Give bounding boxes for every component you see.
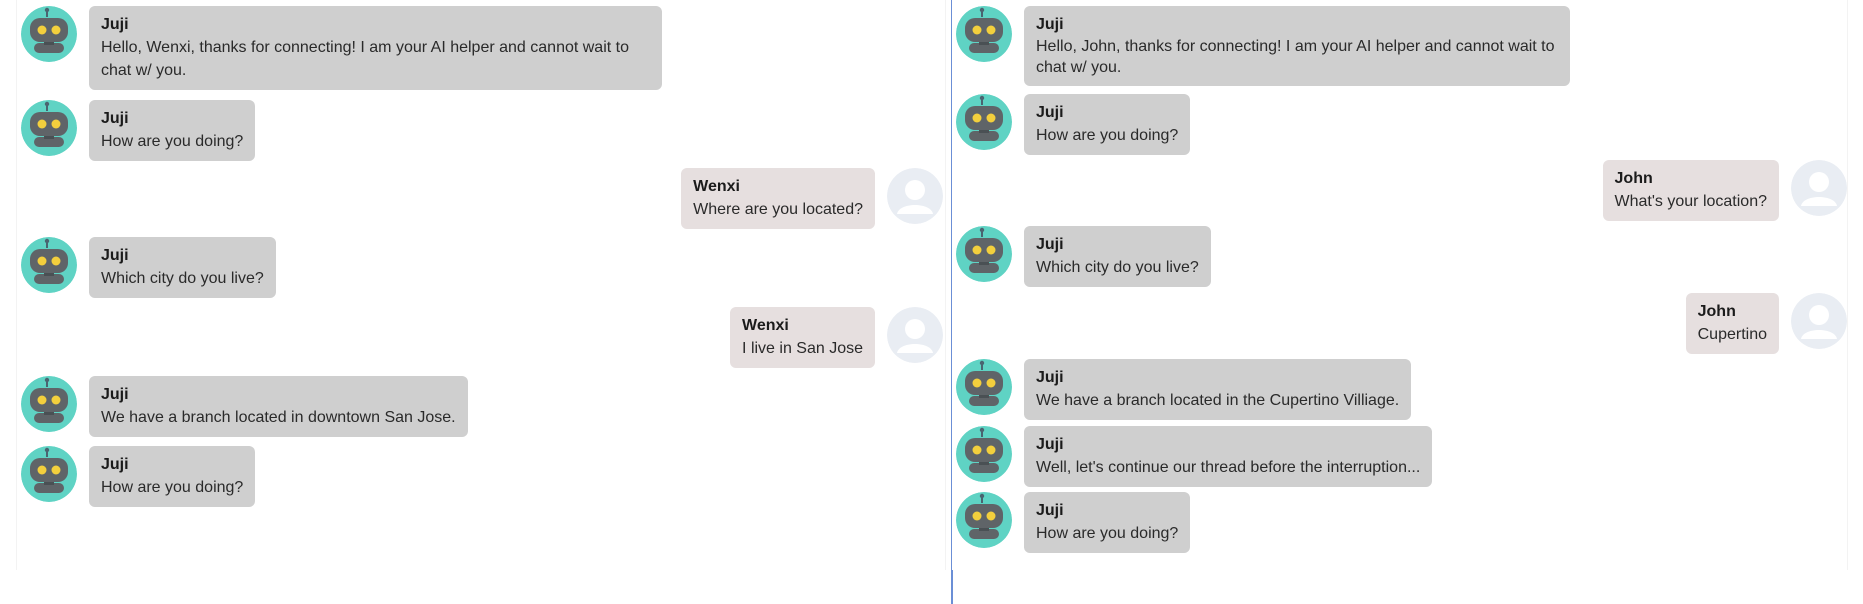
message-bubble: Juji How are you doing?: [89, 446, 256, 507]
robot-avatar-icon: [21, 6, 77, 62]
message-text: Which city do you live?: [101, 270, 264, 287]
user-message: Wenxi I live in San Jose: [730, 307, 943, 368]
message-bubble: Juji Well, let's continue our thread bef…: [1024, 426, 1433, 487]
message-text: We have a branch located in the Cupertin…: [1036, 392, 1400, 409]
sender-name: Juji: [1036, 502, 1064, 519]
chat-panel-right: Juji Hello, John, thanks for connecting!…: [952, 0, 1848, 570]
user-message: Wenxi Where are you located?: [681, 168, 943, 229]
message-text: Hello, John, thanks for connecting! I am…: [1036, 38, 1555, 76]
message-text: Hello, Wenxi, thanks for connecting! I a…: [101, 39, 629, 79]
bot-message: Juji Which city do you live?: [21, 237, 276, 298]
message-bubble: Wenxi Where are you located?: [681, 168, 875, 229]
sender-name: Juji: [1036, 369, 1064, 386]
message-bubble: Juji How are you doing?: [89, 100, 256, 161]
message-bubble: Juji Which city do you live?: [1024, 226, 1211, 287]
message-bubble: Juji How are you doing?: [1024, 492, 1191, 553]
bot-message: Juji Hello, Wenxi, thanks for connecting…: [21, 6, 662, 90]
message-text: We have a branch located in downtown San…: [101, 409, 456, 426]
robot-avatar-icon: [21, 376, 77, 432]
message-bubble: Juji We have a branch located in downtow…: [89, 376, 468, 437]
sender-name: Juji: [101, 386, 129, 403]
bot-message: Juji How are you doing?: [956, 492, 1191, 553]
message-text: Which city do you live?: [1036, 259, 1199, 276]
user-silhouette-icon: [1791, 160, 1847, 216]
bot-message: Juji We have a branch located in downtow…: [21, 376, 468, 437]
sender-name: Juji: [101, 16, 129, 33]
robot-avatar-icon: [956, 359, 1012, 415]
message-text: Cupertino: [1697, 326, 1767, 343]
sender-name: Wenxi: [742, 317, 789, 334]
robot-avatar-icon: [956, 492, 1012, 548]
message-bubble: Wenxi I live in San Jose: [730, 307, 875, 368]
user-message: John Cupertino: [1685, 293, 1847, 354]
sender-name: Juji: [1036, 436, 1064, 453]
sender-name: Juji: [101, 110, 129, 127]
sender-name: Juji: [1036, 16, 1064, 33]
bot-message: Juji We have a branch located in the Cup…: [956, 359, 1412, 420]
sender-name: Juji: [101, 247, 129, 264]
bot-message: Juji Hello, John, thanks for connecting!…: [956, 6, 1570, 86]
sender-name: John: [1697, 303, 1736, 320]
sender-name: John: [1614, 170, 1653, 187]
message-bubble: John Cupertino: [1685, 293, 1779, 354]
chat-panel-left: Juji Hello, Wenxi, thanks for connecting…: [16, 0, 946, 570]
message-text: Where are you located?: [693, 201, 863, 218]
robot-avatar-icon: [21, 100, 77, 156]
message-text: How are you doing?: [1036, 525, 1179, 542]
message-text: I live in San Jose: [742, 340, 863, 357]
user-message: John What's your location?: [1602, 160, 1847, 221]
message-text: What's your location?: [1614, 193, 1767, 210]
robot-avatar-icon: [956, 6, 1012, 62]
sender-name: Juji: [101, 456, 129, 473]
robot-avatar-icon: [956, 226, 1012, 282]
message-bubble: Juji Hello, Wenxi, thanks for connecting…: [89, 6, 662, 90]
message-bubble: Juji Hello, John, thanks for connecting!…: [1024, 6, 1570, 86]
bot-message: Juji Which city do you live?: [956, 226, 1211, 287]
sender-name: Wenxi: [693, 178, 740, 195]
robot-avatar-icon: [21, 237, 77, 293]
user-silhouette-icon: [887, 307, 943, 363]
user-silhouette-icon: [1791, 293, 1847, 349]
message-text: How are you doing?: [101, 479, 244, 496]
message-bubble: Juji Which city do you live?: [89, 237, 276, 298]
bot-message: Juji How are you doing?: [956, 94, 1191, 155]
message-bubble: Juji How are you doing?: [1024, 94, 1191, 155]
bot-message: Juji Well, let's continue our thread bef…: [956, 426, 1433, 487]
message-bubble: Juji We have a branch located in the Cup…: [1024, 359, 1412, 420]
message-text: How are you doing?: [101, 133, 244, 150]
sender-name: Juji: [1036, 236, 1064, 253]
bot-message: Juji How are you doing?: [21, 446, 256, 507]
bot-message: Juji How are you doing?: [21, 100, 256, 161]
message-text: Well, let's continue our thread before t…: [1036, 459, 1421, 476]
message-bubble: John What's your location?: [1602, 160, 1779, 221]
user-silhouette-icon: [887, 168, 943, 224]
robot-avatar-icon: [21, 446, 77, 502]
robot-avatar-icon: [956, 426, 1012, 482]
sender-name: Juji: [1036, 104, 1064, 121]
robot-avatar-icon: [956, 94, 1012, 150]
message-text: How are you doing?: [1036, 127, 1179, 144]
